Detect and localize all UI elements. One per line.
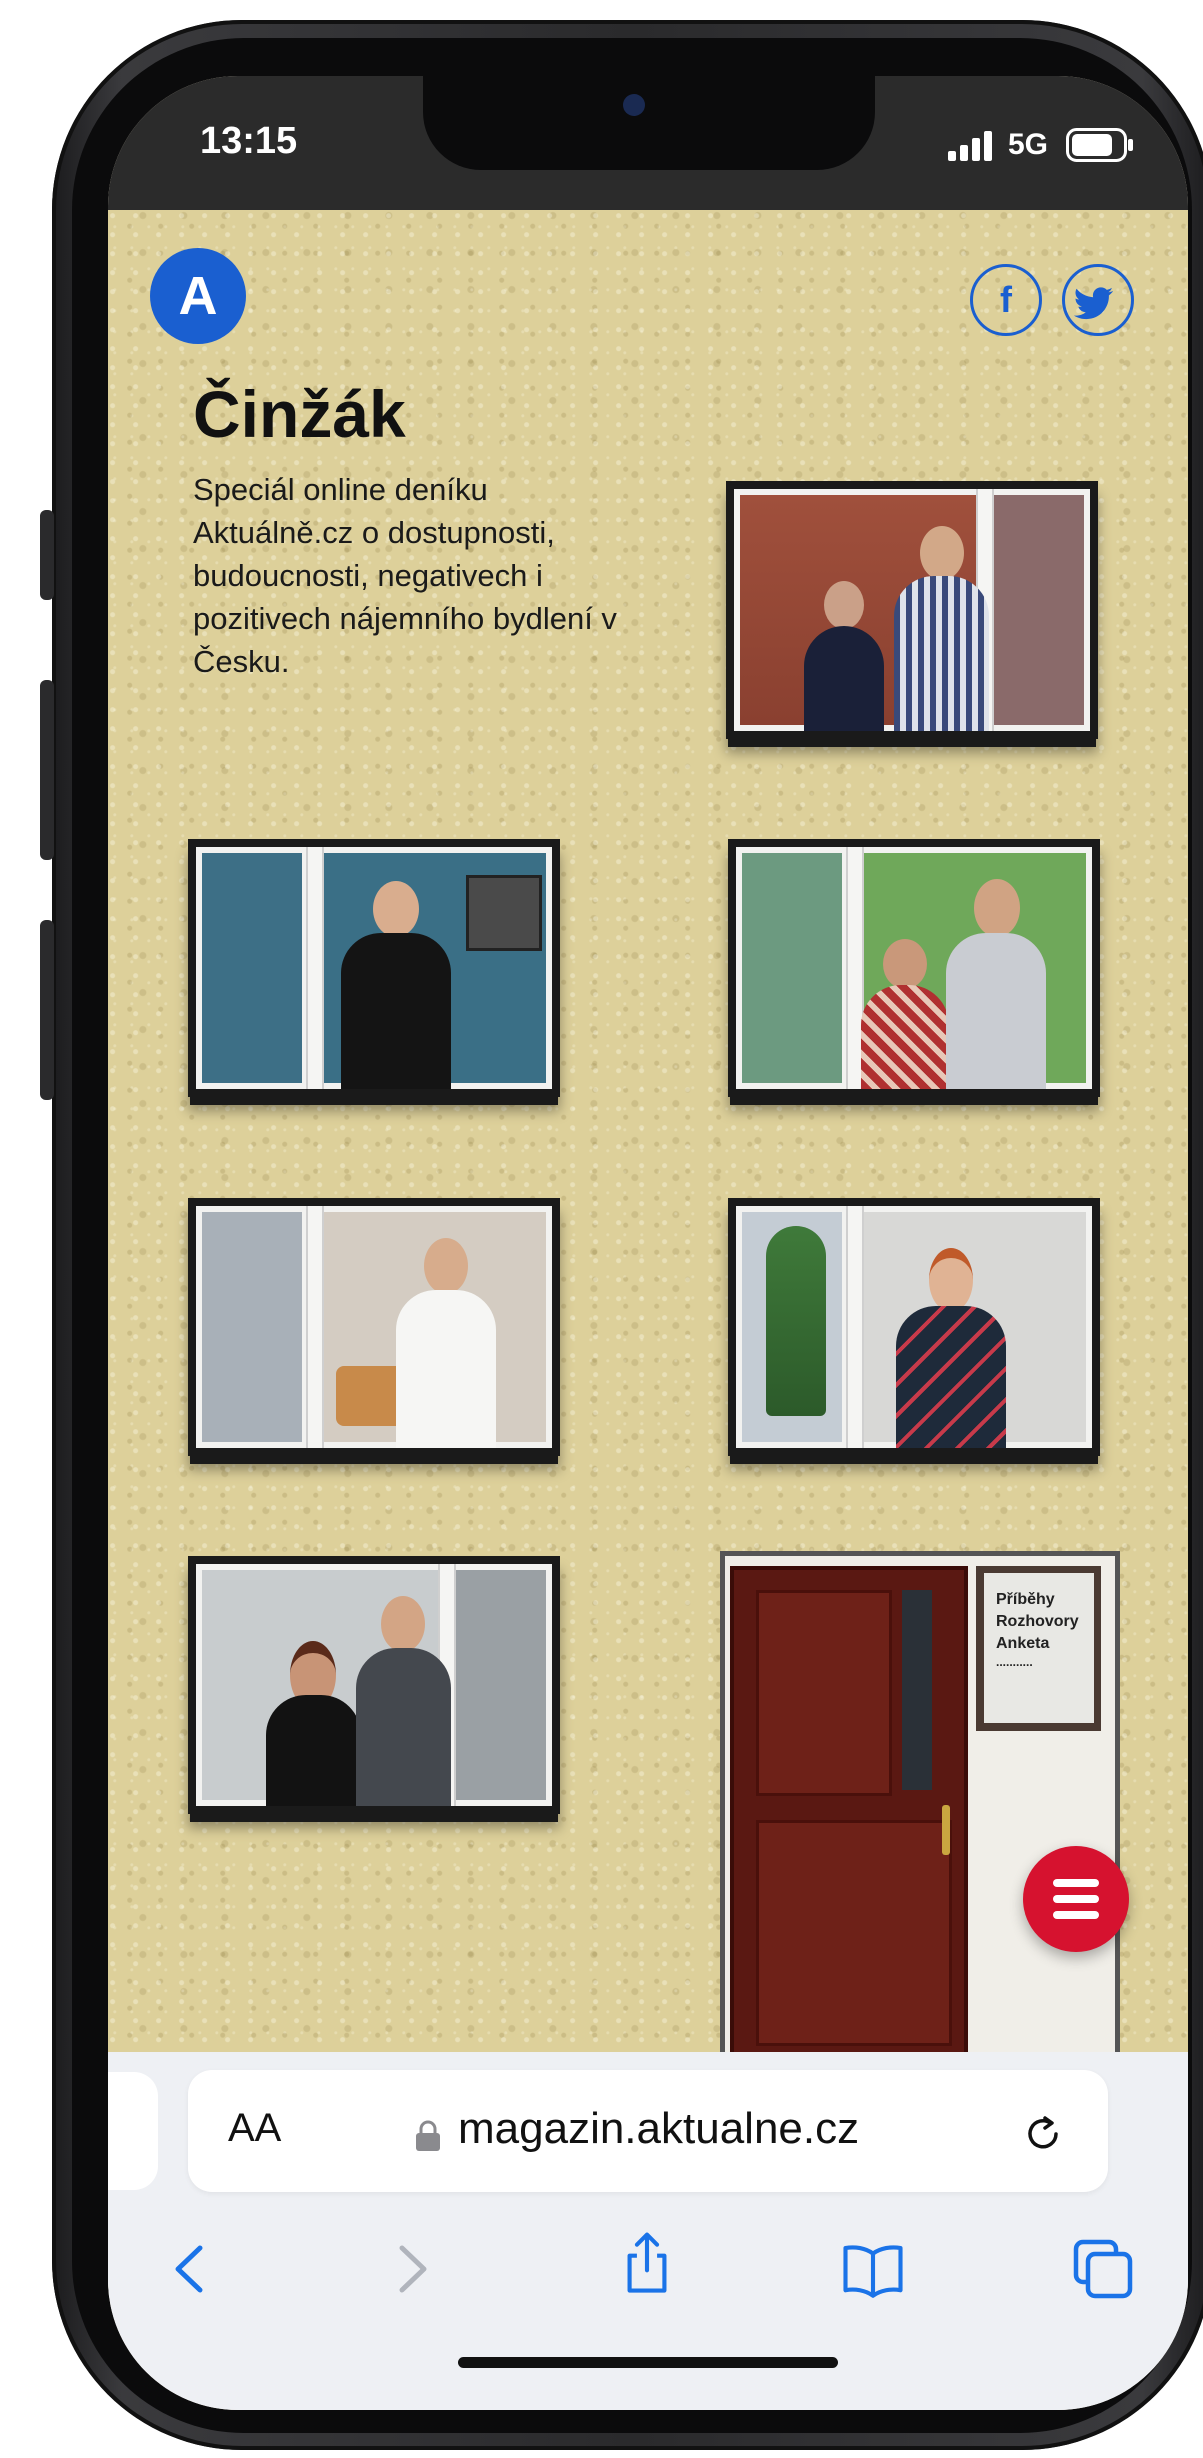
previous-tab-card[interactable]	[108, 2072, 158, 2190]
signal-icon	[948, 131, 992, 161]
network-label: 5G	[1008, 128, 1049, 161]
door-sign-menu[interactable]: Příběhy Rozhovory Anketa ...........	[984, 1573, 1094, 1723]
wall-picture-flower	[466, 875, 542, 951]
window-man-white-tshirt[interactable]	[188, 1198, 560, 1456]
browser-toolbar: AA magazin.aktualne.cz	[108, 2052, 1188, 2410]
notch	[423, 76, 875, 170]
screen: 13:15 5G A f Činžák Speciál online deník…	[108, 76, 1188, 2410]
bookmarks-icon[interactable]	[840, 2238, 906, 2304]
person-woman	[804, 581, 884, 731]
person-woman-black-top	[266, 1641, 361, 1806]
sign-link-rozhovory[interactable]: Rozhovory	[996, 1613, 1079, 1631]
page-title: Činžák	[193, 377, 406, 451]
battery-icon	[1066, 128, 1133, 162]
hamburger-icon-bar	[1053, 1911, 1099, 1919]
volume-up-button	[40, 680, 54, 860]
person-man-checked-shirt	[894, 526, 989, 731]
sign-link-pribehy[interactable]: Příběhy	[996, 1591, 1055, 1609]
person-woman-red-hair	[896, 1248, 1006, 1448]
facebook-icon[interactable]: f	[970, 264, 1042, 336]
lock-icon	[416, 2120, 440, 2151]
person-man-white-tshirt	[396, 1238, 496, 1448]
hamburger-icon	[1053, 1879, 1099, 1887]
window-side-pane	[742, 853, 842, 1083]
entrance-door[interactable]	[730, 1566, 968, 2074]
page-subtitle: Speciál online deníku Aktuálně.cz o dost…	[193, 472, 617, 679]
address-bar[interactable]: AA magazin.aktualne.cz	[188, 2070, 1108, 2192]
back-icon[interactable]	[158, 2236, 224, 2302]
mute-switch	[40, 510, 54, 600]
share-icon[interactable]	[614, 2230, 680, 2296]
window-couple-3[interactable]	[188, 1556, 560, 1814]
sign-placeholder-dots: ...........	[996, 1655, 1033, 1669]
person-man-grey-tshirt	[356, 1596, 451, 1806]
window-woman-red-hair[interactable]	[728, 1198, 1100, 1456]
volume-down-button	[40, 920, 54, 1100]
window-side-pane	[202, 853, 302, 1083]
window-couple-2[interactable]	[728, 839, 1100, 1097]
window-couple-1[interactable]	[726, 481, 1098, 739]
window-side-pane	[994, 495, 1084, 725]
window-frame-post	[846, 1206, 865, 1448]
hamburger-icon-bar	[1053, 1895, 1099, 1903]
door-panel-lower	[756, 1820, 952, 2046]
person-woman-floral	[861, 939, 949, 1089]
text-size-button[interactable]: AA	[228, 2106, 281, 2151]
front-camera	[623, 94, 645, 116]
person-man-beard	[946, 879, 1046, 1089]
forward-icon[interactable]	[378, 2236, 444, 2302]
window-frame-post	[306, 847, 325, 1089]
window-side-pane	[456, 1570, 546, 1800]
hamburger-menu-button[interactable]	[1023, 1846, 1129, 1952]
aktualne-logo[interactable]: A	[150, 248, 246, 344]
url-text[interactable]: magazin.aktualne.cz	[458, 2104, 859, 2154]
twitter-icon[interactable]	[1062, 264, 1134, 336]
door-glass	[902, 1590, 932, 1790]
window-young-man[interactable]	[188, 839, 560, 1097]
reload-icon[interactable]	[1018, 2108, 1068, 2158]
sign-link-anketa[interactable]: Anketa	[996, 1635, 1049, 1653]
tabs-icon[interactable]	[1070, 2236, 1136, 2302]
plant	[766, 1226, 826, 1416]
home-indicator[interactable]	[458, 2357, 838, 2368]
person-man-black-tshirt	[341, 881, 451, 1089]
twitter-bird-glyph	[1073, 287, 1113, 320]
window-frame-post	[306, 1206, 325, 1448]
door-handle[interactable]	[942, 1805, 950, 1855]
door-panel-upper	[756, 1590, 892, 1796]
status-bar: 13:15 5G	[108, 76, 1188, 210]
status-time: 13:15	[200, 120, 298, 162]
window-side-pane	[202, 1212, 302, 1442]
